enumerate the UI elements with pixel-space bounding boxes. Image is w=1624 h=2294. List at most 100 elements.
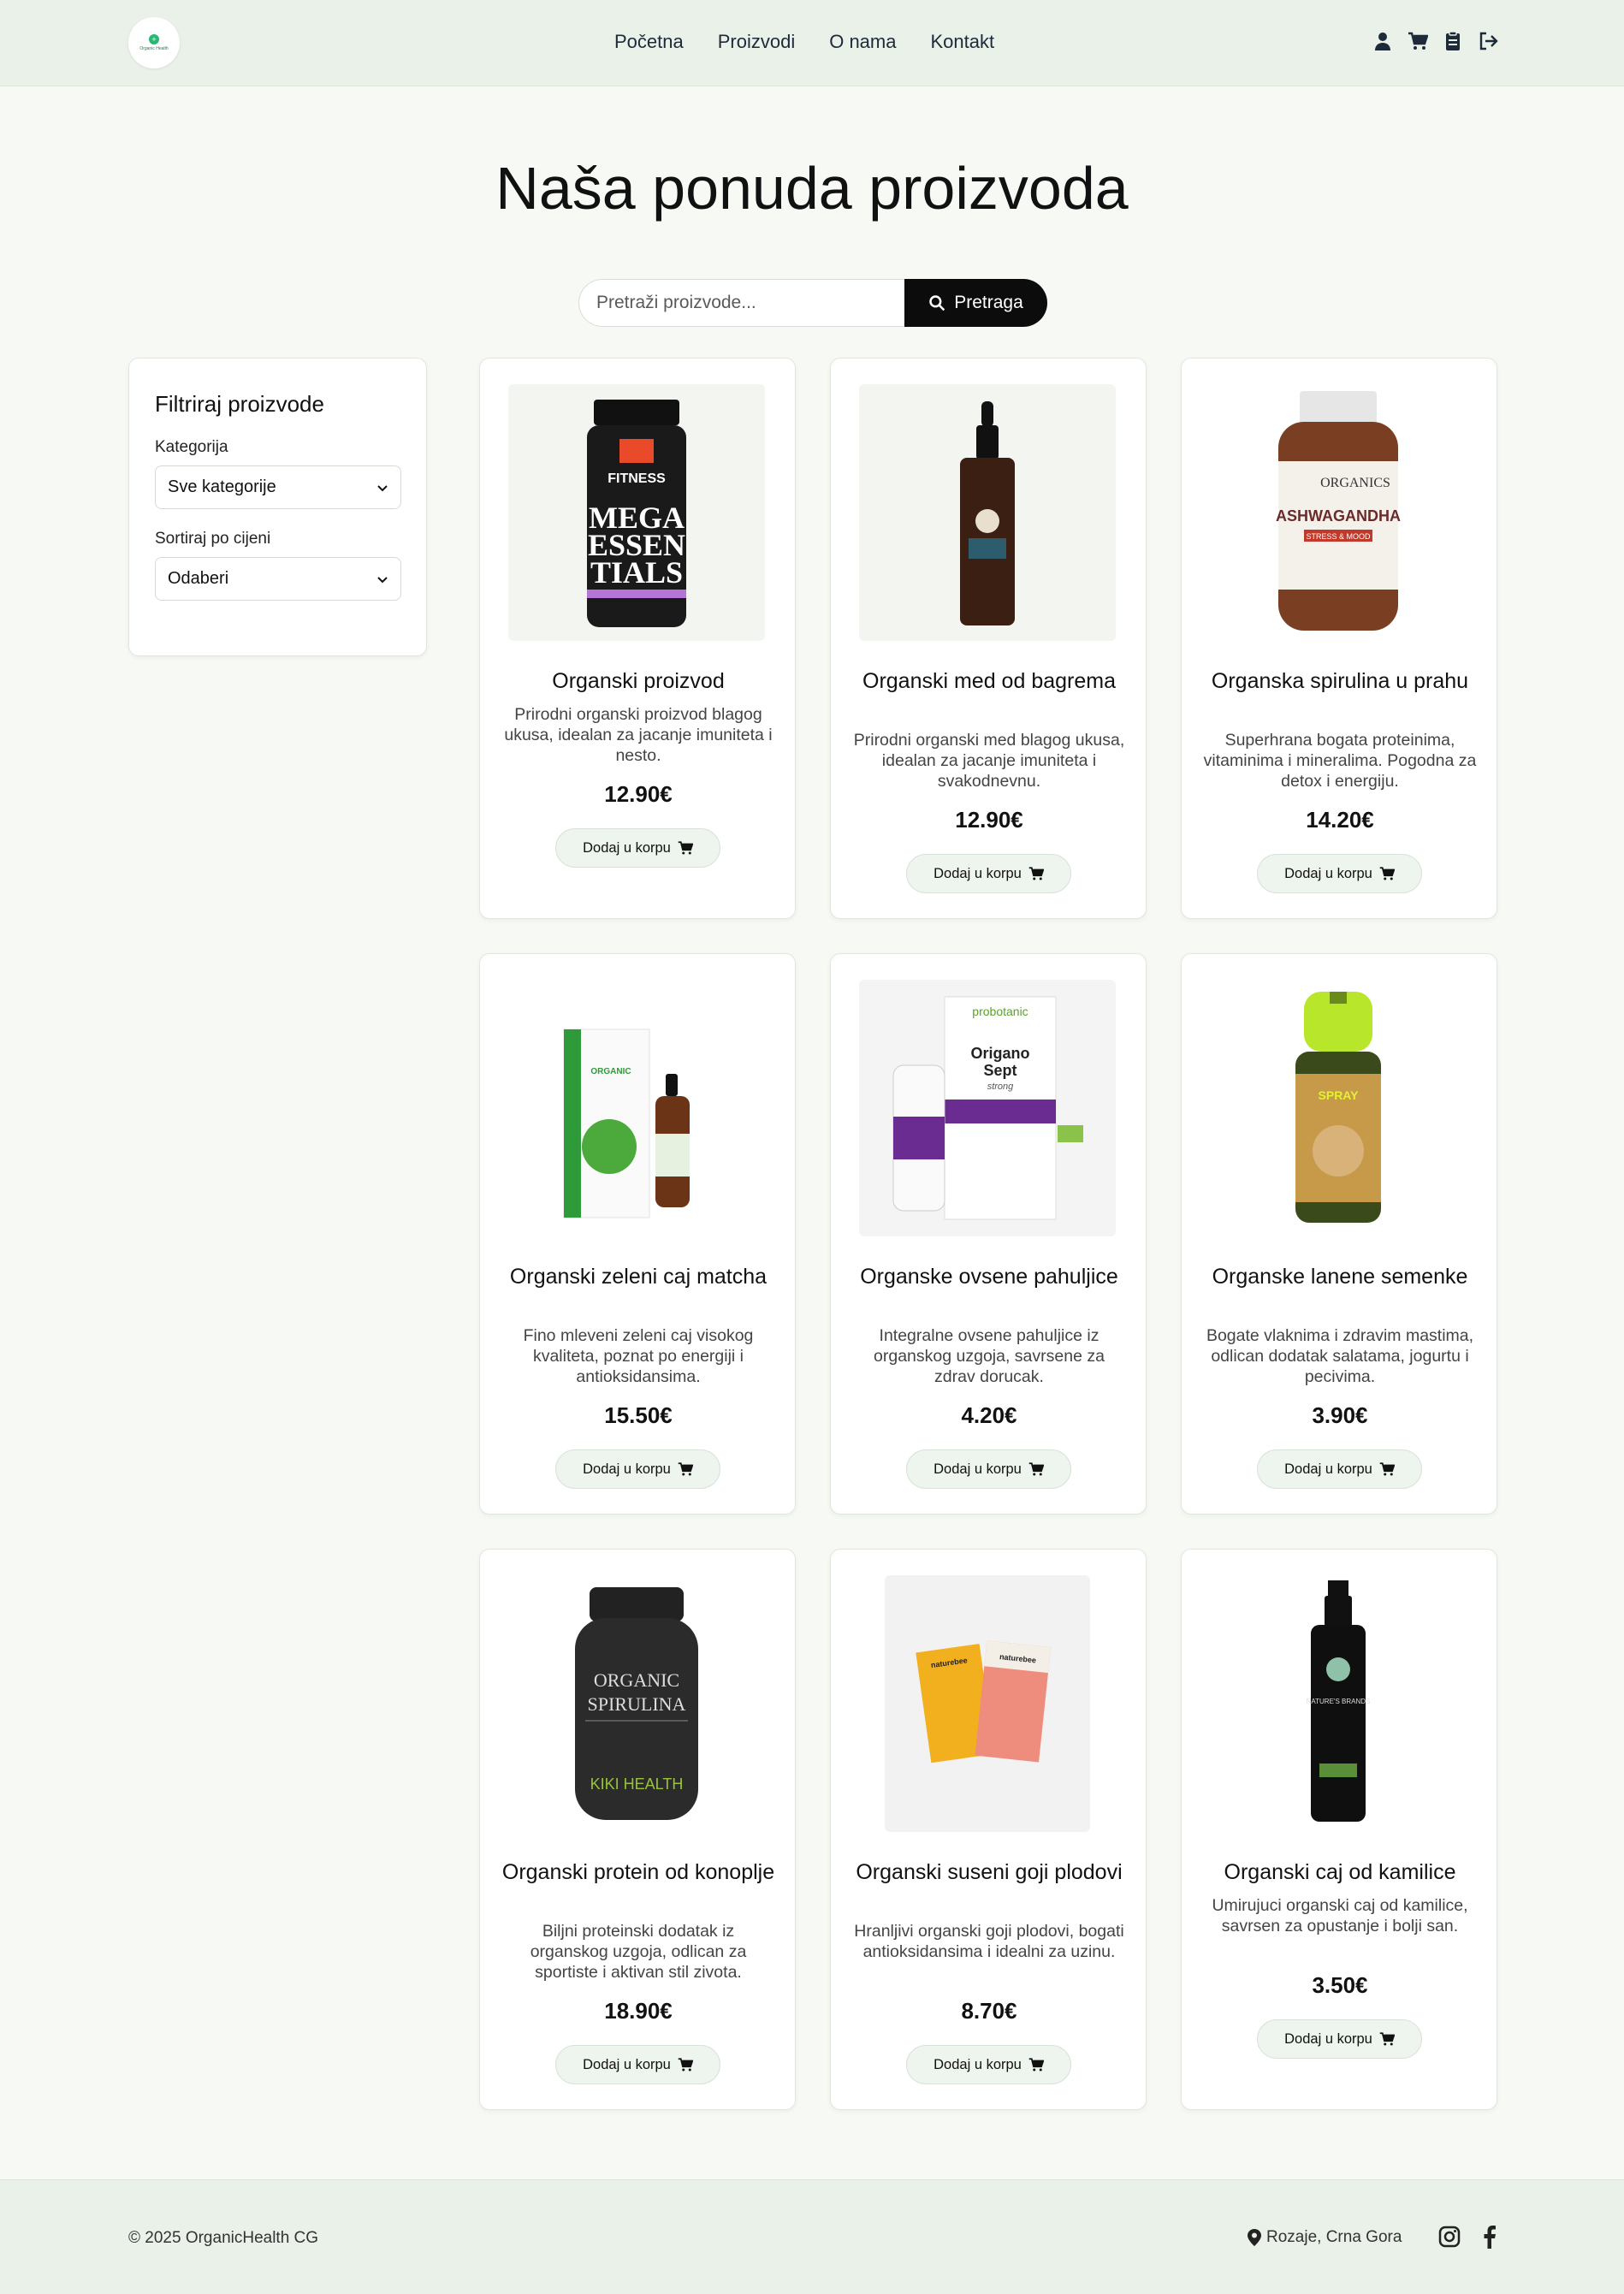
cart-icon: [1379, 867, 1395, 880]
add-to-cart-button[interactable]: Dodaj u korpu: [1257, 2019, 1422, 2059]
search-input[interactable]: [578, 279, 904, 327]
product-image: ORGANIC SPIRULINA KIKI HEALTH: [508, 1575, 765, 1832]
add-to-cart-button[interactable]: Dodaj u korpu: [555, 1449, 720, 1489]
cart-icon: [1028, 2058, 1044, 2072]
product-description: Prirodni organski proizvod blagog ukusa,…: [504, 705, 773, 765]
location: Rozaje, Crna Gora: [1248, 2228, 1402, 2247]
svg-text:NATURE'S BRANDS: NATURE'S BRANDS: [1307, 1698, 1371, 1705]
instagram-icon[interactable]: [1437, 2225, 1461, 2249]
category-label: Kategorija: [155, 438, 228, 456]
svg-text:probotanic: probotanic: [972, 1005, 1028, 1018]
clipboard-icon[interactable]: [1443, 31, 1463, 51]
cart-icon: [1028, 867, 1044, 880]
chevron-down-icon: [377, 484, 388, 491]
filter-panel: Filtriraj proizvode Kategorija Sve kateg…: [128, 358, 427, 656]
category-select[interactable]: Sve kategorije: [155, 465, 401, 509]
sort-select[interactable]: Odaberi: [155, 557, 401, 601]
map-pin-icon: [1248, 2229, 1261, 2246]
product-price: 12.90€: [604, 781, 673, 807]
product-card: SPRAY Organske lanene semenke Bogate vla…: [1181, 953, 1497, 1515]
product-price: 4.20€: [961, 1402, 1017, 1428]
product-card: ORGANICS ASHWAGANDHA STRESS & MOOD Organ…: [1181, 358, 1497, 919]
add-to-cart-label: Dodaj u korpu: [1284, 2030, 1372, 2047]
svg-text:SPRAY: SPRAY: [1319, 1088, 1360, 1102]
product-card: ORGANIC Organski zeleni caj matcha Fino …: [479, 953, 796, 1515]
svg-text:ASHWAGANDHA: ASHWAGANDHA: [1276, 507, 1401, 525]
main-nav: Početna Proizvodi O nama Kontakt: [614, 31, 994, 53]
add-to-cart-button[interactable]: Dodaj u korpu: [906, 1449, 1071, 1489]
cart-icon[interactable]: [1408, 31, 1428, 51]
product-card: probotanic Origano Sept strong Organske …: [830, 953, 1147, 1515]
product-price: 18.90€: [604, 1998, 673, 2024]
cart-icon: [678, 841, 693, 855]
svg-text:Origano: Origano: [970, 1045, 1029, 1062]
product-description: Superhrana bogata proteinima, vitaminima…: [1203, 731, 1477, 791]
product-name: Organski suseni goji plodovi: [856, 1860, 1123, 1884]
site-header: + Organic Health Početna Proizvodi O nam…: [0, 0, 1624, 86]
product-card: Organski med od bagrema Prirodni organsk…: [830, 358, 1147, 919]
nav-contact[interactable]: Kontakt: [930, 31, 994, 53]
product-image: FITNESS MEGA ESSEN TIALS: [508, 384, 765, 641]
product-name: Organske ovsene pahuljice: [860, 1265, 1118, 1289]
nav-about[interactable]: O nama: [829, 31, 896, 53]
product-card: FITNESS MEGA ESSEN TIALS Organski proizv…: [479, 358, 796, 919]
sort-select-value: Odaberi: [168, 569, 229, 588]
add-to-cart-label: Dodaj u korpu: [934, 1461, 1022, 1477]
cart-icon: [1379, 1462, 1395, 1476]
add-to-cart-button[interactable]: Dodaj u korpu: [555, 828, 720, 868]
add-to-cart-label: Dodaj u korpu: [934, 865, 1022, 881]
search-icon: [929, 295, 945, 311]
nav-home[interactable]: Početna: [614, 31, 684, 53]
product-description: Biljni proteinski dodatak iz organskog u…: [530, 1922, 747, 1982]
add-to-cart-button[interactable]: Dodaj u korpu: [1257, 854, 1422, 893]
product-description: Fino mleveni zeleni caj visokog kvalitet…: [523, 1326, 754, 1386]
header-icons: [1372, 31, 1498, 51]
svg-text:ORGANIC: ORGANIC: [590, 1067, 631, 1076]
product-name: Organski zeleni caj matcha: [509, 1265, 768, 1289]
nav-products[interactable]: Proizvodi: [718, 31, 795, 53]
product-description: Bogate vlaknima i zdravim mastima, odlic…: [1206, 1326, 1474, 1386]
chevron-down-icon: [377, 576, 388, 583]
product-image: SPRAY: [1210, 980, 1467, 1236]
logo-cross-icon: +: [149, 34, 159, 44]
product-description: Prirodni organski med blagog ukusa, idea…: [853, 731, 1125, 791]
product-image: NATURE'S BRANDS: [1210, 1575, 1467, 1832]
product-card: naturebee naturebee Organski suseni goji…: [830, 1549, 1147, 2110]
product-image: probotanic Origano Sept strong: [859, 980, 1116, 1236]
add-to-cart-button[interactable]: Dodaj u korpu: [906, 854, 1071, 893]
product-image: naturebee naturebee: [885, 1575, 1090, 1832]
product-name: Organski caj od kamilice: [1224, 1860, 1456, 1884]
product-description: Hranljivi organski goji plodovi, bogati …: [854, 1922, 1124, 1961]
product-price: 8.70€: [961, 1998, 1017, 2024]
svg-text:strong: strong: [987, 1082, 1014, 1092]
add-to-cart-button[interactable]: Dodaj u korpu: [555, 2045, 720, 2084]
logout-icon[interactable]: [1478, 31, 1498, 51]
svg-text:SPIRULINA: SPIRULINA: [588, 1693, 686, 1715]
cart-icon: [1028, 1462, 1044, 1476]
product-name: Organske lanene semenke: [1212, 1265, 1468, 1289]
svg-text:STRESS & MOOD: STRESS & MOOD: [1306, 532, 1371, 541]
page-title: Naša ponuda proizvoda: [495, 155, 1129, 222]
product-price: 3.90€: [1312, 1402, 1368, 1428]
add-to-cart-label: Dodaj u korpu: [1284, 1461, 1372, 1477]
product-name: Organska spirulina u prahu: [1211, 669, 1469, 693]
search-button[interactable]: Pretraga: [904, 279, 1047, 327]
product-name: Organski protein od konoplje: [501, 1860, 775, 1884]
product-price: 15.50€: [604, 1402, 673, 1428]
product-description: Umirujuci organski caj od kamilice, savr…: [1212, 1896, 1468, 1935]
svg-text:ORGANIC: ORGANIC: [594, 1669, 679, 1691]
product-image: [859, 384, 1116, 641]
search-bar: Pretraga: [578, 279, 1047, 327]
product-card: NATURE'S BRANDS Organski caj od kamilice…: [1181, 1549, 1497, 2110]
site-logo[interactable]: + Organic Health: [128, 17, 180, 68]
add-to-cart-button[interactable]: Dodaj u korpu: [1257, 1449, 1422, 1489]
svg-text:TIALS: TIALS: [590, 555, 683, 590]
facebook-icon[interactable]: [1478, 2225, 1502, 2249]
add-to-cart-button[interactable]: Dodaj u korpu: [906, 2045, 1071, 2084]
product-description: Integralne ovsene pahuljice iz organskog…: [874, 1326, 1105, 1386]
user-icon[interactable]: [1372, 31, 1393, 51]
add-to-cart-label: Dodaj u korpu: [1284, 865, 1372, 881]
svg-text:Sept: Sept: [983, 1062, 1016, 1079]
copyright-text: © 2025 OrganicHealth CG: [128, 2229, 319, 2247]
site-footer: © 2025 OrganicHealth CG Rozaje, Crna Gor…: [0, 2179, 1624, 2294]
